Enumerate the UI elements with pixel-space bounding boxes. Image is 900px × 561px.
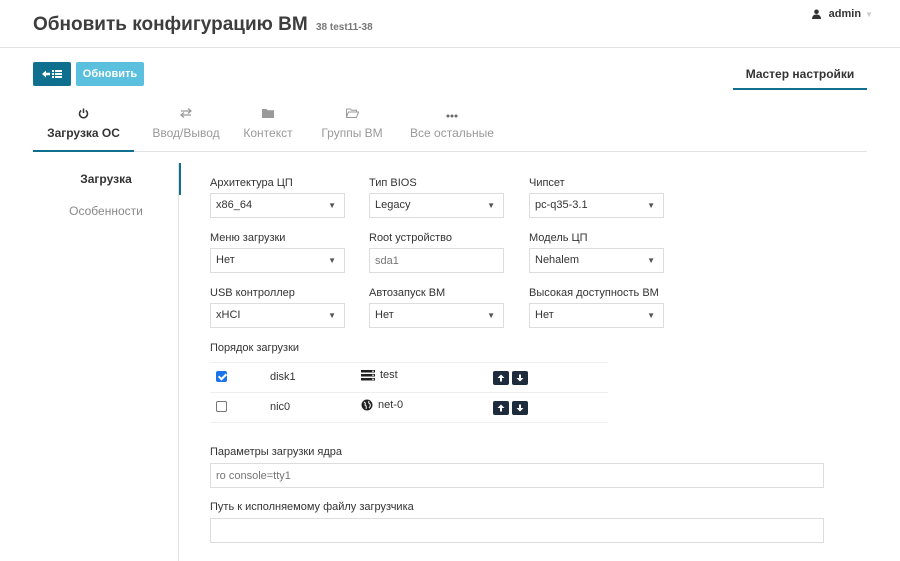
ellipsis-icon [407, 108, 497, 122]
tab-vm-groups[interactable]: Группы ВМ [317, 106, 387, 152]
chipset-select[interactable]: pc-q35-3.1 ▼ [529, 193, 664, 218]
boot-target-label: test [380, 369, 398, 381]
bios-type-select[interactable]: Legacy ▼ [369, 193, 504, 218]
root-device-input[interactable] [369, 248, 504, 273]
tab-label: Группы ВМ [321, 126, 383, 140]
move-up-button[interactable] [493, 401, 509, 415]
bios-type-value: Legacy [375, 199, 411, 211]
page-title: Обновить конфигурацию ВМ 38 test11-38 [33, 14, 373, 36]
section-tabs: Загрузка ОС Ввод/Вывод Контекст Группы В… [33, 106, 867, 152]
chevron-down-icon: ▼ [647, 311, 655, 320]
chevron-down-icon: ▼ [487, 201, 495, 210]
folder-icon [239, 108, 297, 122]
tab-io[interactable]: Ввод/Вывод [141, 106, 231, 152]
tab-os-boot[interactable]: Загрузка ОС [33, 106, 134, 152]
arrow-up-icon [497, 374, 505, 382]
high-availability-select[interactable]: Нет ▼ [529, 303, 664, 328]
cpu-model-value: Nehalem [535, 254, 580, 266]
boot-device-target: net-0 [361, 399, 403, 411]
chevron-down-icon: ▼ [328, 256, 336, 265]
tab-label: Все остальные [410, 126, 494, 140]
cpu-model-label: Модель ЦП [529, 232, 588, 244]
boot-checkbox[interactable] [216, 401, 227, 412]
arrow-down-icon [516, 374, 524, 382]
tab-context[interactable]: Контекст [239, 106, 297, 152]
globe-icon [361, 399, 373, 411]
username: admin [828, 8, 862, 20]
boot-target-label: net-0 [378, 399, 404, 411]
boot-order-controls [493, 371, 531, 385]
boot-order-table: disk1 test nic0 net-0 [210, 362, 608, 423]
update-button[interactable]: Обновить [76, 62, 144, 86]
bootloader-path-label: Путь к исполняемому файлу загрузчика [210, 501, 414, 513]
boot-checkbox[interactable] [216, 371, 227, 382]
kernel-params-label: Параметры загрузки ядра [210, 446, 343, 458]
move-down-button[interactable] [512, 401, 528, 415]
cpu-arch-value: x86_64 [216, 199, 253, 211]
chevron-down-icon: ▼ [328, 311, 336, 320]
root-device-label: Root устройство [369, 232, 452, 244]
boot-menu-label: Меню загрузки [210, 232, 286, 244]
user-icon [811, 9, 821, 19]
back-list-icon [42, 70, 62, 78]
arrow-down-icon [516, 404, 524, 412]
high-availability-label: Высокая доступность ВМ [529, 287, 659, 299]
boot-menu-value: Нет [216, 254, 235, 266]
usb-controller-select[interactable]: xHCI ▼ [210, 303, 345, 328]
back-button[interactable] [33, 62, 71, 86]
exchange-icon [141, 108, 231, 122]
chipset-label: Чипсет [529, 177, 565, 189]
boot-device-name: nic0 [270, 401, 291, 413]
cpu-model-select[interactable]: Nehalem ▼ [529, 248, 664, 273]
usb-controller-value: xHCI [216, 309, 241, 321]
usb-controller-label: USB контроллер [210, 287, 295, 299]
caret-down-icon: ▼ [865, 9, 873, 19]
side-item-boot[interactable]: Загрузка [33, 163, 181, 195]
arrow-up-icon [497, 404, 505, 412]
page-header: Обновить конфигурацию ВМ 38 test11-38 ad… [0, 0, 900, 48]
disk-icon [361, 369, 375, 380]
bootloader-path-input[interactable] [210, 518, 824, 543]
bios-type-label: Тип BIOS [369, 177, 417, 189]
high-availability-value: Нет [535, 309, 554, 321]
page-subtitle: 38 test11-38 [315, 22, 373, 33]
move-up-button[interactable] [493, 371, 509, 385]
autostart-label: Автозапуск ВМ [369, 287, 446, 299]
user-menu[interactable]: admin ▼ [811, 8, 873, 20]
tab-label: Ввод/Вывод [152, 126, 220, 140]
chevron-down-icon: ▼ [487, 311, 495, 320]
table-row: disk1 test [210, 363, 608, 393]
cpu-arch-label: Архитектура ЦП [210, 177, 293, 189]
autostart-select[interactable]: Нет ▼ [369, 303, 504, 328]
autostart-value: Нет [375, 309, 394, 321]
chevron-down-icon: ▼ [647, 256, 655, 265]
cpu-arch-select[interactable]: x86_64 ▼ [210, 193, 345, 218]
boot-device-name: disk1 [270, 371, 296, 383]
tab-label: Контекст [243, 126, 293, 140]
chevron-down-icon: ▼ [328, 201, 336, 210]
boot-order-controls [493, 401, 531, 415]
table-row: nic0 net-0 [210, 393, 608, 423]
page-title-text: Обновить конфигурацию ВМ [33, 14, 308, 35]
kernel-params-input[interactable] [210, 463, 824, 488]
power-icon [33, 108, 134, 122]
side-nav: Загрузка Особенности [33, 163, 181, 561]
boot-order-label: Порядок загрузки [210, 342, 300, 354]
wizard-tab[interactable]: Мастер настройки [733, 62, 867, 90]
chevron-down-icon: ▼ [647, 201, 655, 210]
boot-device-target: test [361, 369, 398, 381]
boot-menu-select[interactable]: Нет ▼ [210, 248, 345, 273]
move-down-button[interactable] [512, 371, 528, 385]
side-item-features[interactable]: Особенности [33, 195, 179, 227]
folder-open-icon [317, 108, 387, 122]
chipset-value: pc-q35-3.1 [535, 199, 588, 211]
tab-label: Загрузка ОС [47, 126, 120, 140]
tab-other[interactable]: Все остальные [407, 106, 497, 152]
